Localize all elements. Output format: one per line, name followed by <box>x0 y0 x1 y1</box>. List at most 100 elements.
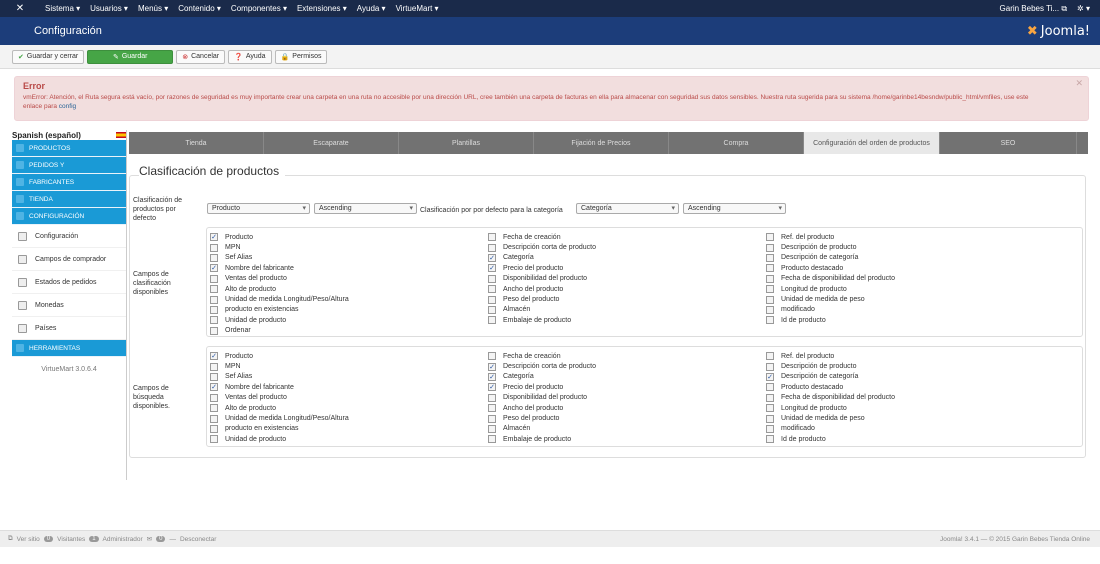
config-link[interactable]: config <box>59 103 76 110</box>
checkbox[interactable] <box>488 285 496 294</box>
help-button[interactable]: ❓ Ayuda <box>228 49 272 64</box>
checkbox[interactable] <box>210 305 218 314</box>
checkbox-field[interactable]: Unidad de medida Longitud/Peso/Altura <box>210 294 349 304</box>
user-menu[interactable]: Garin Bebes Ti... ⧉ <box>1000 4 1068 14</box>
checkbox[interactable] <box>488 295 496 304</box>
checkbox-field[interactable]: ✓ Producto <box>210 232 349 242</box>
topnav-menu-item[interactable]: Ayuda ▾ <box>352 4 391 13</box>
topnav-menu-item[interactable]: Componentes ▾ <box>226 4 292 13</box>
permissions-button[interactable]: 🔒 Permisos <box>274 49 328 64</box>
checkbox-field[interactable]: Sef Alias <box>210 253 349 263</box>
sidebar-item[interactable]: Monedas <box>12 294 126 317</box>
settings-gear-icon[interactable]: ✲ ▾ <box>1077 4 1090 14</box>
sidebar-item[interactable]: Configuración <box>12 225 126 248</box>
checkbox[interactable] <box>766 316 774 325</box>
logout-link[interactable]: Desconectar <box>180 536 217 543</box>
topnav-menu-item[interactable]: VirtueMart ▾ <box>391 4 444 13</box>
checkbox-field[interactable]: Descripción de producto <box>766 361 895 371</box>
checkbox-field[interactable]: modificado <box>766 424 895 434</box>
checkbox[interactable] <box>766 285 774 294</box>
checkbox-field[interactable]: Descripción de producto <box>766 242 895 252</box>
checkbox-field[interactable]: Fecha de disponibilidad del producto <box>766 393 895 403</box>
checkbox-field[interactable]: Peso del producto <box>488 413 596 423</box>
checkbox-field[interactable]: MPN <box>210 242 349 252</box>
checkbox-field[interactable]: ✓ Descripción de categoría <box>766 372 895 382</box>
checkbox-field[interactable]: Peso del producto <box>488 294 596 304</box>
checkbox[interactable]: ✓ <box>488 362 496 371</box>
tab-4[interactable]: Compra <box>669 132 804 154</box>
checkbox[interactable] <box>766 243 774 252</box>
default-sort-select[interactable]: Producto <box>207 203 310 214</box>
save-close-button[interactable]: ✔ Guardar y cerrar <box>12 49 85 64</box>
sidebar-item[interactable]: Campos de comprador <box>12 248 126 271</box>
checkbox[interactable] <box>766 414 774 423</box>
checkbox[interactable] <box>210 243 218 252</box>
topnav-menu-item[interactable]: Contenido ▾ <box>173 4 226 13</box>
checkbox-field[interactable]: Ventas del producto <box>210 274 349 284</box>
checkbox-field[interactable]: Unidad de medida Longitud/Peso/Altura <box>210 413 349 423</box>
checkbox-field[interactable]: Embalaje de producto <box>488 434 596 444</box>
checkbox[interactable]: ✓ <box>488 253 496 262</box>
checkbox-field[interactable]: ✓ Producto <box>210 351 349 361</box>
category-sort-select[interactable]: Categoría <box>576 203 679 214</box>
default-order-select[interactable]: Ascending <box>314 203 417 214</box>
checkbox-field[interactable]: Ref. del producto <box>766 351 895 361</box>
checkbox-field[interactable]: Id de producto <box>766 434 895 444</box>
sidebar-item[interactable]: Países <box>12 317 126 340</box>
checkbox[interactable]: ✓ <box>210 233 218 242</box>
checkbox[interactable] <box>210 393 218 402</box>
checkbox[interactable]: ✓ <box>210 383 218 392</box>
checkbox-field[interactable]: Embalaje de producto <box>488 315 596 325</box>
checkbox[interactable]: ✓ <box>488 383 496 392</box>
checkbox[interactable] <box>488 414 496 423</box>
checkbox-field[interactable]: producto en existencias <box>210 305 349 315</box>
topnav-menu-item[interactable]: Extensiones ▾ <box>292 4 352 13</box>
checkbox[interactable] <box>766 435 774 444</box>
checkbox-field[interactable]: Ancho del producto <box>488 284 596 294</box>
checkbox[interactable] <box>210 362 218 371</box>
checkbox-field[interactable]: ✓ Precio del producto <box>488 263 596 273</box>
checkbox[interactable] <box>210 372 218 381</box>
checkbox[interactable]: ✓ <box>488 372 496 381</box>
checkbox-field[interactable]: Descripción corta de producto <box>488 242 596 252</box>
checkbox[interactable] <box>488 243 496 252</box>
checkbox[interactable] <box>488 393 496 402</box>
checkbox-field[interactable]: producto en existencias <box>210 424 349 434</box>
sidebar-section-tienda[interactable]: TIENDA <box>12 191 126 208</box>
checkbox[interactable] <box>488 305 496 314</box>
checkbox[interactable] <box>210 414 218 423</box>
checkbox[interactable]: ✓ <box>766 372 774 381</box>
checkbox-field[interactable]: Unidad de producto <box>210 434 349 444</box>
cancel-button[interactable]: ⊗ Cancelar <box>176 49 226 64</box>
checkbox[interactable] <box>766 233 774 242</box>
checkbox[interactable] <box>488 424 496 433</box>
sidebar-section-tools[interactable]: HERRAMIENTAS <box>12 340 126 357</box>
checkbox[interactable] <box>210 274 218 283</box>
save-button[interactable]: ✎ Guardar <box>87 49 174 64</box>
checkbox[interactable] <box>766 352 774 361</box>
checkbox[interactable] <box>766 424 774 433</box>
checkbox[interactable] <box>766 295 774 304</box>
tab-0[interactable]: Tienda <box>129 132 264 154</box>
checkbox[interactable] <box>210 404 218 413</box>
tab-2[interactable]: Plantillas <box>399 132 534 154</box>
checkbox-field[interactable]: ✓ Nombre del fabricante <box>210 382 349 392</box>
sidebar-section-productos[interactable]: PRODUCTOS <box>12 140 126 157</box>
checkbox-field[interactable]: Ancho del producto <box>488 403 596 413</box>
checkbox-field[interactable]: Sef Alias <box>210 372 349 382</box>
checkbox[interactable] <box>210 326 218 335</box>
checkbox-field[interactable]: Unidad de medida de peso <box>766 413 895 423</box>
checkbox-field[interactable]: Unidad de medida de peso <box>766 294 895 304</box>
checkbox[interactable] <box>488 233 496 242</box>
checkbox[interactable] <box>488 274 496 283</box>
checkbox[interactable] <box>766 383 774 392</box>
checkbox-field[interactable]: ✓ Nombre del fabricante <box>210 263 349 273</box>
view-site-link[interactable]: Ver sitio <box>17 536 40 543</box>
category-order-select[interactable]: Ascending <box>683 203 786 214</box>
tab-6[interactable]: SEO <box>940 132 1077 154</box>
checkbox[interactable] <box>766 274 774 283</box>
checkbox-field[interactable]: Unidad de producto <box>210 315 349 325</box>
tab-5[interactable]: Configuración del orden de productos <box>804 132 940 154</box>
sidebar-section-configuración[interactable]: CONFIGURACIÓN <box>12 208 126 225</box>
checkbox[interactable] <box>488 435 496 444</box>
